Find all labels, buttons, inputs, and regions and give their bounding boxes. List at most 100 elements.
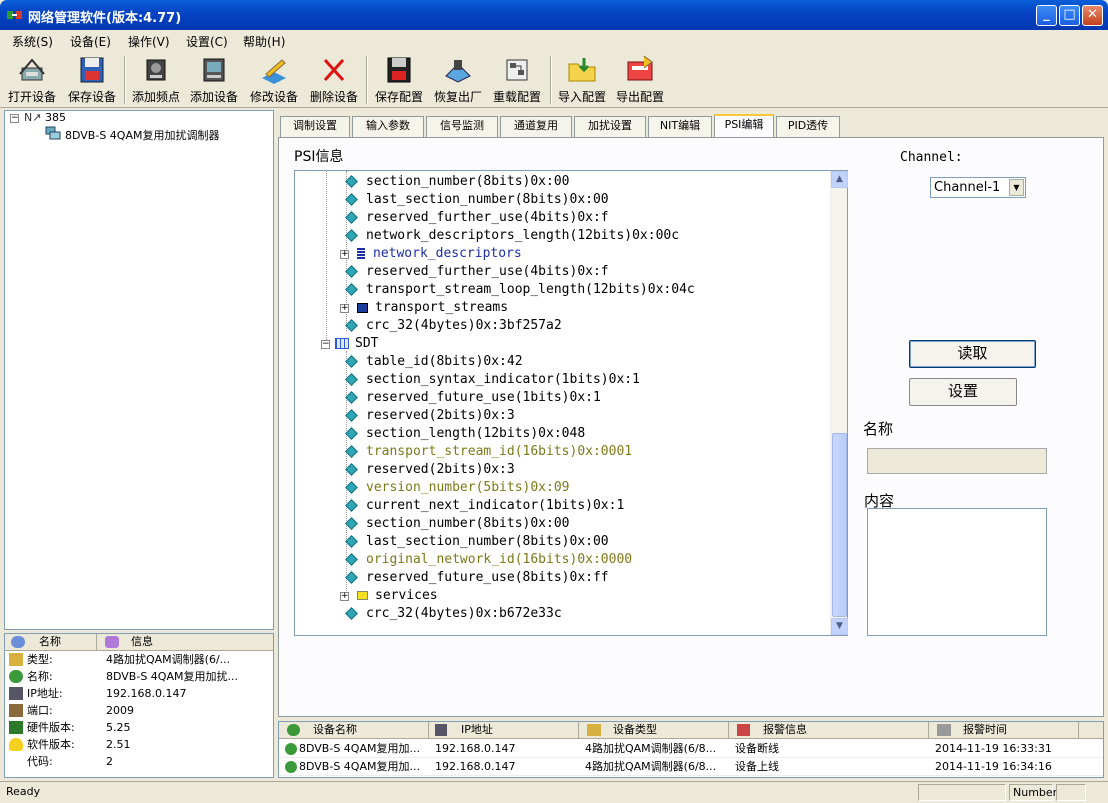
- psi-node[interactable]: reserved_future_use(1bits)0x:1: [345, 389, 601, 407]
- scroll-thumb[interactable]: [832, 433, 847, 617]
- export-config-icon: [627, 55, 653, 81]
- psi-scrollbar[interactable]: ▲ ▼: [830, 171, 848, 635]
- field-icon: [345, 571, 358, 584]
- delete-device-button[interactable]: 删除设备: [308, 54, 360, 106]
- psi-node[interactable]: section_number(8bits)0x:00: [345, 515, 570, 533]
- psi-node[interactable]: reserved(2bits)0x:3: [345, 461, 515, 479]
- menu-operate[interactable]: 操作(V): [128, 33, 170, 50]
- psi-node[interactable]: reserved_further_use(4bits)0x:f: [345, 263, 609, 281]
- channel-select[interactable]: Channel-1 ▼: [930, 177, 1026, 198]
- psi-node[interactable]: last_section_number(8bits)0x:00: [345, 191, 609, 209]
- tree-root[interactable]: 385: [45, 111, 66, 124]
- info-header-name[interactable]: 名称: [5, 634, 97, 651]
- menu-system[interactable]: 系统(S): [12, 33, 53, 50]
- add-frequency-button[interactable]: 添加频点: [130, 54, 182, 106]
- name-input[interactable]: [867, 448, 1047, 474]
- table-icon: [335, 338, 349, 349]
- psi-node[interactable]: table_id(8bits)0x:42: [345, 353, 523, 371]
- alarm-header-message[interactable]: 报警信息: [729, 722, 929, 739]
- set-button[interactable]: 设置: [909, 378, 1017, 406]
- scroll-up-icon[interactable]: ▲: [831, 171, 848, 188]
- import-config-button[interactable]: 导入配置: [556, 54, 608, 106]
- alarm-header-time[interactable]: 报警时间: [929, 722, 1079, 739]
- psi-node-sdt[interactable]: SDT: [335, 335, 378, 353]
- read-button[interactable]: 读取: [909, 340, 1036, 368]
- menu-settings[interactable]: 设置(C): [186, 33, 228, 50]
- scroll-down-icon[interactable]: ▼: [831, 618, 848, 635]
- maximize-button[interactable]: □: [1059, 5, 1080, 26]
- field-icon: [345, 517, 358, 530]
- alarm-header-ip[interactable]: IP地址: [429, 722, 579, 739]
- app-icon: [7, 11, 22, 19]
- close-button[interactable]: ✕: [1082, 5, 1103, 26]
- menu-device[interactable]: 设备(E): [70, 33, 111, 50]
- field-icon: [345, 427, 358, 440]
- psi-node[interactable]: crc_32(4bytes)0x:b672e33c: [345, 605, 562, 623]
- psi-node[interactable]: network_descriptors_length(12bits)0x:00c: [345, 227, 679, 245]
- tab-input[interactable]: 输入参数: [352, 116, 424, 137]
- psi-node[interactable]: crc_32(4bytes)0x:3bf257a2: [345, 317, 562, 335]
- tab-multiplex[interactable]: 通道复用: [500, 116, 572, 137]
- add-device-button[interactable]: 添加设备: [188, 54, 240, 106]
- bulb-icon: [9, 738, 23, 751]
- tab-nit[interactable]: NIT编辑: [648, 116, 712, 137]
- psi-node[interactable]: original_network_id(16bits)0x:0000: [345, 551, 632, 569]
- alarm-row[interactable]: 8DVB-S 4QAM复用加... 192.168.0.147 4路加扰QAM调…: [279, 758, 1103, 776]
- psi-node[interactable]: reserved(2bits)0x:3: [345, 407, 515, 425]
- info-header-value[interactable]: 信息: [97, 634, 273, 651]
- psi-node-services[interactable]: services: [357, 587, 438, 605]
- tab-pid[interactable]: PID透传: [776, 116, 840, 137]
- psi-node[interactable]: reserved_future_use(8bits)0x:ff: [345, 569, 609, 587]
- field-icon: [345, 265, 358, 278]
- export-config-button[interactable]: 导出配置: [614, 54, 666, 106]
- device-tree: − N↗ 385 8DVB-S 4QAM复用加扰调制器: [4, 110, 274, 630]
- psi-node[interactable]: current_next_indicator(1bits)0x:1: [345, 497, 624, 515]
- alarm-header-type[interactable]: 设备类型: [579, 722, 729, 739]
- psi-node[interactable]: transport_stream_loop_length(12bits)0x:0…: [345, 281, 695, 299]
- psi-node[interactable]: section_length(12bits)0x:048: [345, 425, 585, 443]
- psi-node[interactable]: last_section_number(8bits)0x:00: [345, 533, 609, 551]
- type-header-icon: [587, 724, 601, 736]
- title-bar: 网络管理软件(版本:4.77) _ □ ✕: [0, 0, 1108, 30]
- device-header-icon: [287, 724, 300, 736]
- expand-toggle[interactable]: +: [340, 250, 349, 259]
- tab-psi[interactable]: PSI编辑: [714, 114, 774, 137]
- toolbar: 打开设备 保存设备 添加频点 添加设备 修改设备 删除设备 保存配置 恢复出厂 …: [0, 52, 1108, 108]
- toolbar-separator: [366, 56, 368, 104]
- info-row-ip: IP地址: 192.168.0.147: [7, 685, 273, 702]
- open-device-icon: [19, 58, 45, 81]
- reload-config-button[interactable]: 重载配置: [490, 54, 544, 106]
- expand-toggle[interactable]: +: [340, 592, 349, 601]
- save-device-button[interactable]: 保存设备: [64, 54, 120, 106]
- tree-device-item[interactable]: 8DVB-S 4QAM复用加扰调制器: [65, 127, 219, 143]
- add-frequency-icon: [146, 59, 166, 81]
- chevron-down-icon[interactable]: ▼: [1009, 179, 1024, 196]
- psi-node-transport-streams[interactable]: transport_streams: [357, 299, 508, 317]
- field-icon: [345, 373, 358, 386]
- psi-node[interactable]: version_number(5bits)0x:09: [345, 479, 570, 497]
- psi-node-network-descriptors[interactable]: network_descriptors: [357, 245, 522, 263]
- tab-signal[interactable]: 信号监测: [426, 116, 498, 137]
- tree-collapse-toggle[interactable]: −: [10, 114, 19, 123]
- psi-node[interactable]: section_number(8bits)0x:00: [345, 173, 570, 191]
- psi-node[interactable]: section_syntax_indicator(1bits)0x:1: [345, 371, 640, 389]
- alarm-row[interactable]: 8DVB-S 4QAM复用加... 192.168.0.147 4路加扰QAM调…: [279, 740, 1103, 758]
- factory-reset-button[interactable]: 恢复出厂: [430, 54, 486, 106]
- field-icon: [345, 409, 358, 422]
- modify-device-button[interactable]: 修改设备: [246, 54, 302, 106]
- field-icon: [345, 211, 358, 224]
- content-textarea[interactable]: [867, 508, 1047, 636]
- psi-node[interactable]: transport_stream_id(16bits)0x:0001: [345, 443, 632, 461]
- alarm-header-device[interactable]: 设备名称: [279, 722, 429, 739]
- minimize-button[interactable]: _: [1036, 5, 1057, 26]
- ip-icon: [9, 687, 23, 700]
- tab-modulation[interactable]: 调制设置: [280, 116, 350, 137]
- menu-help[interactable]: 帮助(H): [243, 33, 285, 50]
- status-text: Ready: [6, 785, 41, 798]
- expand-toggle[interactable]: +: [340, 304, 349, 313]
- psi-node[interactable]: reserved_further_use(4bits)0x:f: [345, 209, 609, 227]
- tab-scramble[interactable]: 加扰设置: [574, 116, 646, 137]
- open-device-button[interactable]: 打开设备: [6, 54, 58, 106]
- save-config-button[interactable]: 保存配置: [372, 54, 426, 106]
- collapse-toggle[interactable]: −: [321, 340, 330, 349]
